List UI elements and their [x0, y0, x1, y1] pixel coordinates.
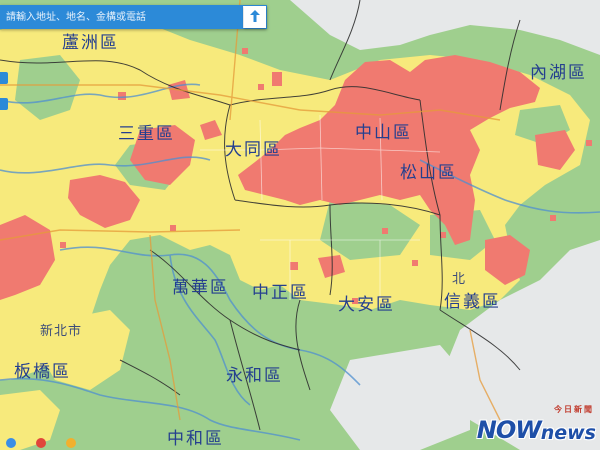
taskbar-app-icon[interactable]: [6, 438, 16, 448]
upload-arrow-icon: [249, 8, 261, 27]
taskbar-app-icon[interactable]: [36, 438, 46, 448]
district-label-wanhua: 萬華區: [172, 278, 229, 298]
district-label-zhongshan: 中山區: [355, 123, 412, 143]
nownews-logo: 今日新聞 NOW news: [476, 405, 596, 444]
search-input[interactable]: [2, 6, 243, 28]
logo-news-text: news: [540, 422, 596, 444]
district-label-xinbei: 新北市: [40, 324, 83, 339]
district-label-banqiao: 板橋區: [14, 362, 71, 382]
taskbar-app-icon[interactable]: [66, 438, 76, 448]
district-label-zhonghe: 中和區: [167, 429, 224, 449]
side-control-button[interactable]: [0, 72, 8, 84]
logo-now-text: NOW: [476, 416, 542, 444]
district-label-zhongzheng: 中正區: [252, 283, 309, 303]
search-bar: [0, 5, 267, 29]
district-label-daan: 大安區: [338, 295, 395, 315]
logo-chinese-text: 今日新聞: [554, 405, 594, 414]
district-label-yonghe: 永和區: [226, 366, 283, 386]
district-label-xinyi: 信義區: [444, 292, 501, 312]
heat-map[interactable]: [0, 0, 600, 450]
taskbar-icons: [0, 436, 110, 450]
locate-button[interactable]: [244, 6, 266, 28]
district-label-luzhou: 蘆洲區: [62, 33, 119, 53]
district-label-neihu: 內湖區: [530, 63, 587, 83]
district-label-bei: 北: [452, 272, 467, 287]
side-control-button[interactable]: [0, 98, 8, 110]
district-label-songshan: 松山區: [400, 163, 457, 183]
district-label-datong: 大同區: [225, 140, 282, 160]
district-label-sanchong: 三重區: [118, 124, 175, 144]
